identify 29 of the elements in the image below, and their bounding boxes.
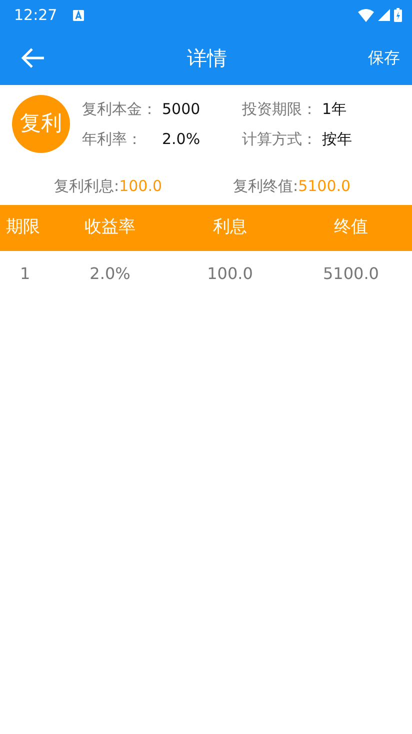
column-header: 终值	[333, 216, 369, 240]
field-label: 投资期限：	[242, 98, 318, 120]
signal-icon	[378, 9, 390, 21]
table-cell-text: 100.0	[206, 263, 254, 285]
column-header: 利息	[212, 216, 248, 240]
field-value: 1年	[322, 98, 347, 120]
save-button[interactable]: 保存	[368, 46, 400, 70]
total-value: 5100.0	[298, 176, 351, 197]
table-cell-text: 5100.0	[322, 263, 380, 285]
field-label: 年利率：	[82, 129, 143, 150]
field-value: 2.0%	[162, 129, 200, 150]
battery-icon	[394, 8, 402, 22]
field-value: 5000	[162, 98, 200, 120]
compound-interest-badge: 复利	[12, 95, 70, 153]
status-time: 12:27	[14, 4, 58, 26]
total-label: 复利终值:	[233, 176, 298, 197]
page-title: 详情	[186, 44, 228, 72]
column-header: 期限	[5, 216, 41, 240]
column-header: 收益率	[84, 216, 136, 240]
table-cell-text: 2.0%	[88, 263, 132, 285]
field-label: 计算方式：	[242, 129, 318, 150]
wifi-icon	[358, 8, 374, 22]
total-value: 100.0	[119, 176, 162, 197]
total-label: 复利利息:	[54, 176, 120, 197]
notification-icon	[73, 10, 84, 20]
table-cell-text: 1	[19, 263, 32, 285]
field-label: 复利本金：	[82, 98, 158, 120]
field-value: 按年	[322, 129, 352, 150]
back-button[interactable]	[20, 46, 46, 68]
